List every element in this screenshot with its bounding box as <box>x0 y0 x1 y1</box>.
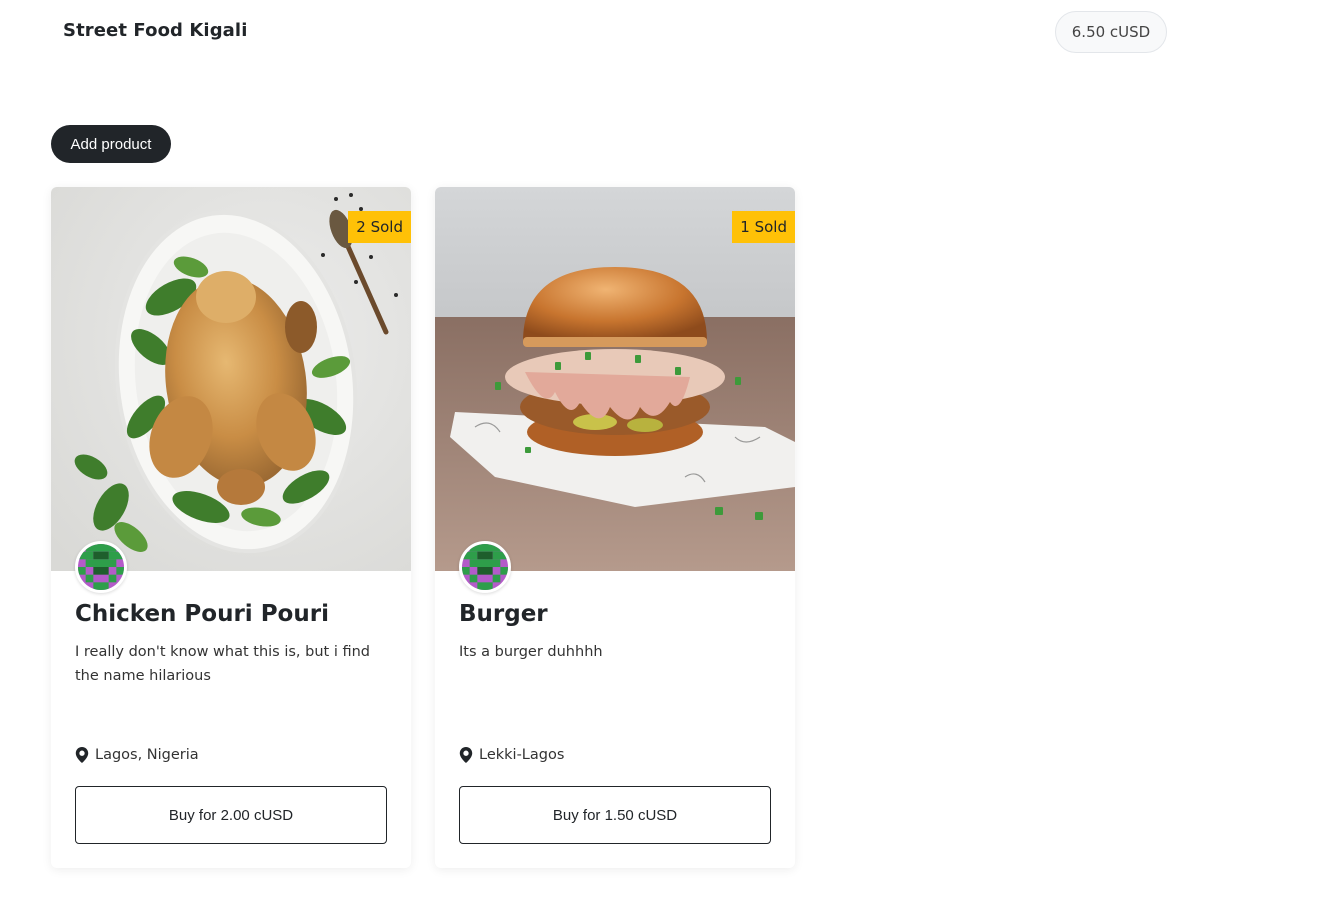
burger-image <box>435 187 795 571</box>
identicon-icon <box>78 544 124 590</box>
product-card: 1 Sold Burger Its a burger duhhhh Lekki-… <box>435 187 795 868</box>
avatar[interactable] <box>75 541 127 593</box>
avatar[interactable] <box>459 541 511 593</box>
chicken-image <box>51 187 411 571</box>
product-title: Burger <box>459 601 548 627</box>
balance-badge: 6.50 cUSD <box>1055 11 1167 53</box>
product-image-chicken: 2 Sold <box>51 187 411 571</box>
product-description: Its a burger duhhhh <box>459 644 603 660</box>
product-card: 2 Sold Chicken Pouri Pouri I really don'… <box>51 187 411 868</box>
add-product-button[interactable]: Add product <box>51 125 171 163</box>
location-label: Lekki-Lagos <box>479 747 565 763</box>
map-pin-icon <box>75 747 89 763</box>
product-location: Lekki-Lagos <box>459 747 564 763</box>
sold-badge: 1 Sold <box>732 211 795 243</box>
buy-button[interactable]: Buy for 2.00 cUSD <box>75 786 387 844</box>
product-description: I really don't know what this is, but i … <box>75 644 371 684</box>
product-image-burger: 1 Sold <box>435 187 795 571</box>
brand-title[interactable]: Street Food Kigali <box>63 20 247 41</box>
sold-badge: 2 Sold <box>348 211 411 243</box>
navbar: Street Food Kigali 6.50 cUSD <box>0 0 1332 64</box>
product-title: Chicken Pouri Pouri <box>75 601 329 627</box>
product-location: Lagos, Nigeria <box>75 747 199 763</box>
location-label: Lagos, Nigeria <box>95 747 199 763</box>
identicon-icon <box>462 544 508 590</box>
buy-button[interactable]: Buy for 1.50 cUSD <box>459 786 771 844</box>
map-pin-icon <box>459 747 473 763</box>
